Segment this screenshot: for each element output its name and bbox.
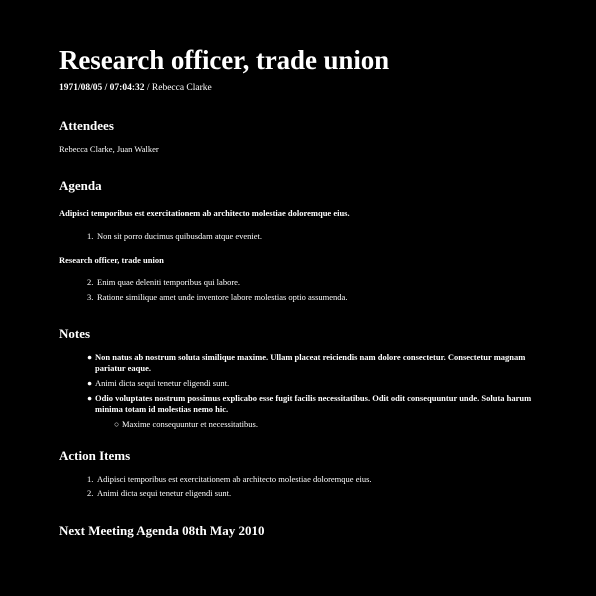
agenda-heading: Agenda: [59, 178, 102, 193]
document-title: Research officer, trade union: [59, 45, 390, 75]
circle-bullet-icon: ○: [114, 419, 120, 429]
note-sub-text: Maxime consequuntur et necessitatibus.: [122, 419, 258, 429]
attendees-heading: Attendees: [59, 118, 114, 133]
document-page: Research officer, trade union 1971/08/05…: [0, 0, 596, 596]
bullet-icon: ●: [87, 352, 93, 362]
action-item: 1. Adipisci temporibus est exercitatione…: [59, 474, 536, 485]
meta-date-time: 1971/08/05 / 07:04:32: [59, 83, 145, 93]
agenda-item-text: Ratione similique amet unde inventore la…: [97, 292, 348, 302]
note-text: Odio voluptates nostrum possimus explica…: [95, 393, 532, 414]
meta-separator: /: [144, 83, 152, 93]
action-item-number: 1.: [87, 474, 94, 484]
bullet-icon: ●: [87, 393, 93, 403]
note-text: Non natus ab nostrum soluta similique ma…: [95, 352, 526, 373]
action-items-section: Action Items 1. Adipisci temporibus est …: [59, 448, 536, 499]
action-item-text: Animi dicta sequi tenetur eligendi sunt.: [97, 488, 232, 498]
meta-author: Rebecca Clarke: [151, 83, 212, 93]
next-meeting-section: Next Meeting Agenda 08th May 2010: [59, 523, 536, 539]
agenda-item-text: Enim quae deleniti temporibus qui labore…: [97, 277, 241, 287]
document-meta: 1971/08/05 / 07:04:32 / Rebecca Clarke: [59, 82, 536, 94]
agenda-item-number: 3.: [87, 292, 94, 302]
agenda-item: 3. Ratione similique amet unde inventore…: [59, 292, 536, 303]
attendees-section: Attendees Rebecca Clarke, Juan Walker: [59, 118, 536, 155]
agenda-group2-title: Research officer, trade union: [59, 255, 164, 265]
agenda-item: 2. Enim quae deleniti temporibus qui lab…: [59, 277, 536, 288]
bullet-icon: ●: [87, 378, 93, 388]
agenda-group1-title: Adipisci temporibus est exercitationem a…: [59, 208, 350, 218]
attendees-names: Rebecca Clarke, Juan Walker: [59, 144, 159, 154]
note-item: ● Animi dicta sequi tenetur eligendi sun…: [59, 378, 536, 389]
note-item: ● Non natus ab nostrum soluta similique …: [59, 352, 536, 374]
note-item: ● Odio voluptates nostrum possimus expli…: [59, 393, 536, 415]
next-meeting-heading: Next Meeting Agenda 08th May 2010: [59, 523, 265, 538]
action-item-text: Adipisci temporibus est exercitationem a…: [97, 474, 372, 484]
action-item: 2. Animi dicta sequi tenetur eligendi su…: [59, 488, 536, 499]
notes-section: Notes ● Non natus ab nostrum soluta simi…: [59, 326, 536, 430]
agenda-section: Agenda Adipisci temporibus est exercitat…: [59, 178, 536, 303]
action-item-number: 2.: [87, 488, 94, 498]
note-sub-item: ○ Maxime consequuntur et necessitatibus.: [59, 419, 536, 430]
agenda-item-number: 1.: [87, 231, 94, 241]
action-items-heading: Action Items: [59, 448, 131, 463]
note-text: Animi dicta sequi tenetur eligendi sunt.: [95, 378, 230, 388]
agenda-item-text: Non sit porro ducimus quibusdam atque ev…: [97, 231, 263, 241]
notes-heading: Notes: [59, 326, 91, 341]
agenda-item-number: 2.: [87, 277, 94, 287]
agenda-item: 1. Non sit porro ducimus quibusdam atque…: [59, 231, 536, 242]
